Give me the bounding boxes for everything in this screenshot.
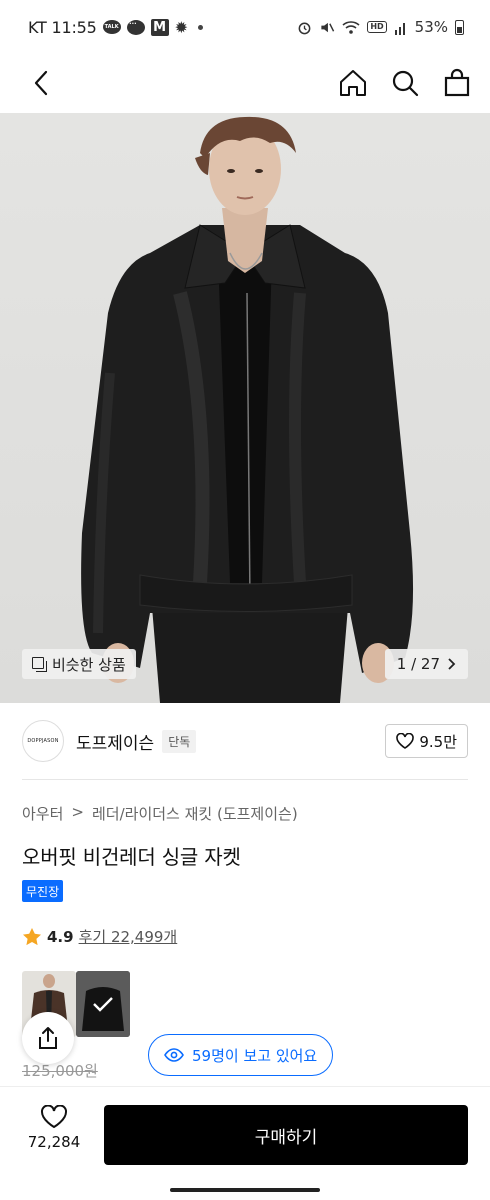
signal-icon	[394, 20, 408, 35]
heart-icon	[396, 733, 415, 749]
gesture-navigation-bar[interactable]	[170, 1188, 320, 1192]
m-app-icon: M	[150, 18, 169, 36]
search-button[interactable]	[390, 68, 420, 98]
search-icon	[392, 70, 419, 97]
brand-row: DOPPJASON 도프제이슨 단독 9.5만	[22, 720, 468, 762]
eye-icon	[164, 1048, 184, 1062]
delivery-badge: 무진장	[22, 880, 64, 902]
status-bar: KT 11:55 TALK M ✹ HD 53%	[0, 0, 490, 54]
mute-icon	[319, 20, 335, 35]
buy-button[interactable]: 구매하기	[104, 1105, 468, 1165]
selected-check-icon	[76, 971, 130, 1037]
share-icon	[39, 1027, 57, 1049]
product-like-count: 72,284	[27, 1133, 81, 1151]
hd-icon: HD	[367, 21, 387, 33]
divider	[22, 779, 468, 780]
top-navigation-bar	[0, 54, 490, 112]
shopping-bag-icon	[444, 68, 470, 97]
battery-percent: 53%	[414, 18, 448, 36]
bug-icon: ✹	[174, 17, 189, 37]
bottom-action-bar: 72,284 구매하기	[0, 1086, 490, 1176]
similar-products-button[interactable]: 비슷한 상품	[22, 649, 136, 679]
home-button[interactable]	[338, 68, 368, 98]
notification-dot-icon	[198, 24, 204, 30]
carrier-time: KT 11:55	[28, 17, 97, 37]
back-arrow-icon	[34, 70, 48, 96]
exclusive-badge: 단독	[162, 729, 197, 753]
wifi-icon	[342, 20, 360, 35]
chevron-right-icon	[448, 658, 456, 670]
talk-icon: TALK	[102, 20, 121, 34]
brand-logo[interactable]: DOPPJASON	[22, 720, 64, 762]
review-count-link[interactable]: 후기 22,499개	[79, 926, 178, 947]
color-option-black-selected[interactable]	[76, 971, 130, 1037]
alarm-icon	[297, 20, 312, 35]
brand-name[interactable]: 도프제이슨	[76, 729, 154, 754]
breadcrumb: 아우터 > 레더/라이더스 재킷 (도프제이슨)	[22, 803, 298, 824]
brand-logo-text: DOPPJASON	[27, 738, 59, 744]
back-button[interactable]	[26, 68, 56, 98]
chat-icon	[126, 17, 145, 35]
rating-score: 4.9	[47, 927, 74, 946]
home-icon	[340, 70, 366, 96]
heart-icon	[41, 1105, 67, 1129]
breadcrumb-subcategory[interactable]: 레더/라이더스 재킷 (도프제이슨)	[92, 803, 298, 824]
viewers-count-label: 59명이 보고 있어요	[192, 1046, 318, 1065]
battery-icon	[455, 19, 464, 35]
breadcrumb-separator: >	[71, 803, 84, 821]
original-price: 125,000원	[22, 1062, 98, 1080]
image-pager-text: 1 / 27	[396, 655, 440, 673]
rating-row: 4.9 후기 22,499개	[22, 926, 177, 947]
product-photo	[81, 116, 414, 703]
product-image-carousel[interactable]: 비슷한 상품 1 / 27	[0, 113, 490, 703]
breadcrumb-category[interactable]: 아우터	[22, 803, 63, 824]
share-button[interactable]	[22, 1012, 74, 1064]
product-like-button[interactable]: 72,284	[20, 1105, 88, 1151]
similar-products-label: 비슷한 상품	[52, 655, 126, 674]
image-pager-button[interactable]: 1 / 27	[384, 649, 468, 679]
brand-like-count: 9.5만	[419, 732, 457, 751]
buy-button-label: 구매하기	[254, 1127, 318, 1148]
star-icon	[23, 928, 41, 946]
viewers-count-pill[interactable]: 59명이 보고 있어요	[148, 1034, 334, 1076]
similar-items-icon	[32, 657, 47, 672]
cart-button[interactable]	[442, 68, 472, 98]
brand-like-button[interactable]: 9.5만	[385, 724, 468, 758]
product-title: 오버핏 비건레더 싱글 자켓	[22, 845, 241, 869]
